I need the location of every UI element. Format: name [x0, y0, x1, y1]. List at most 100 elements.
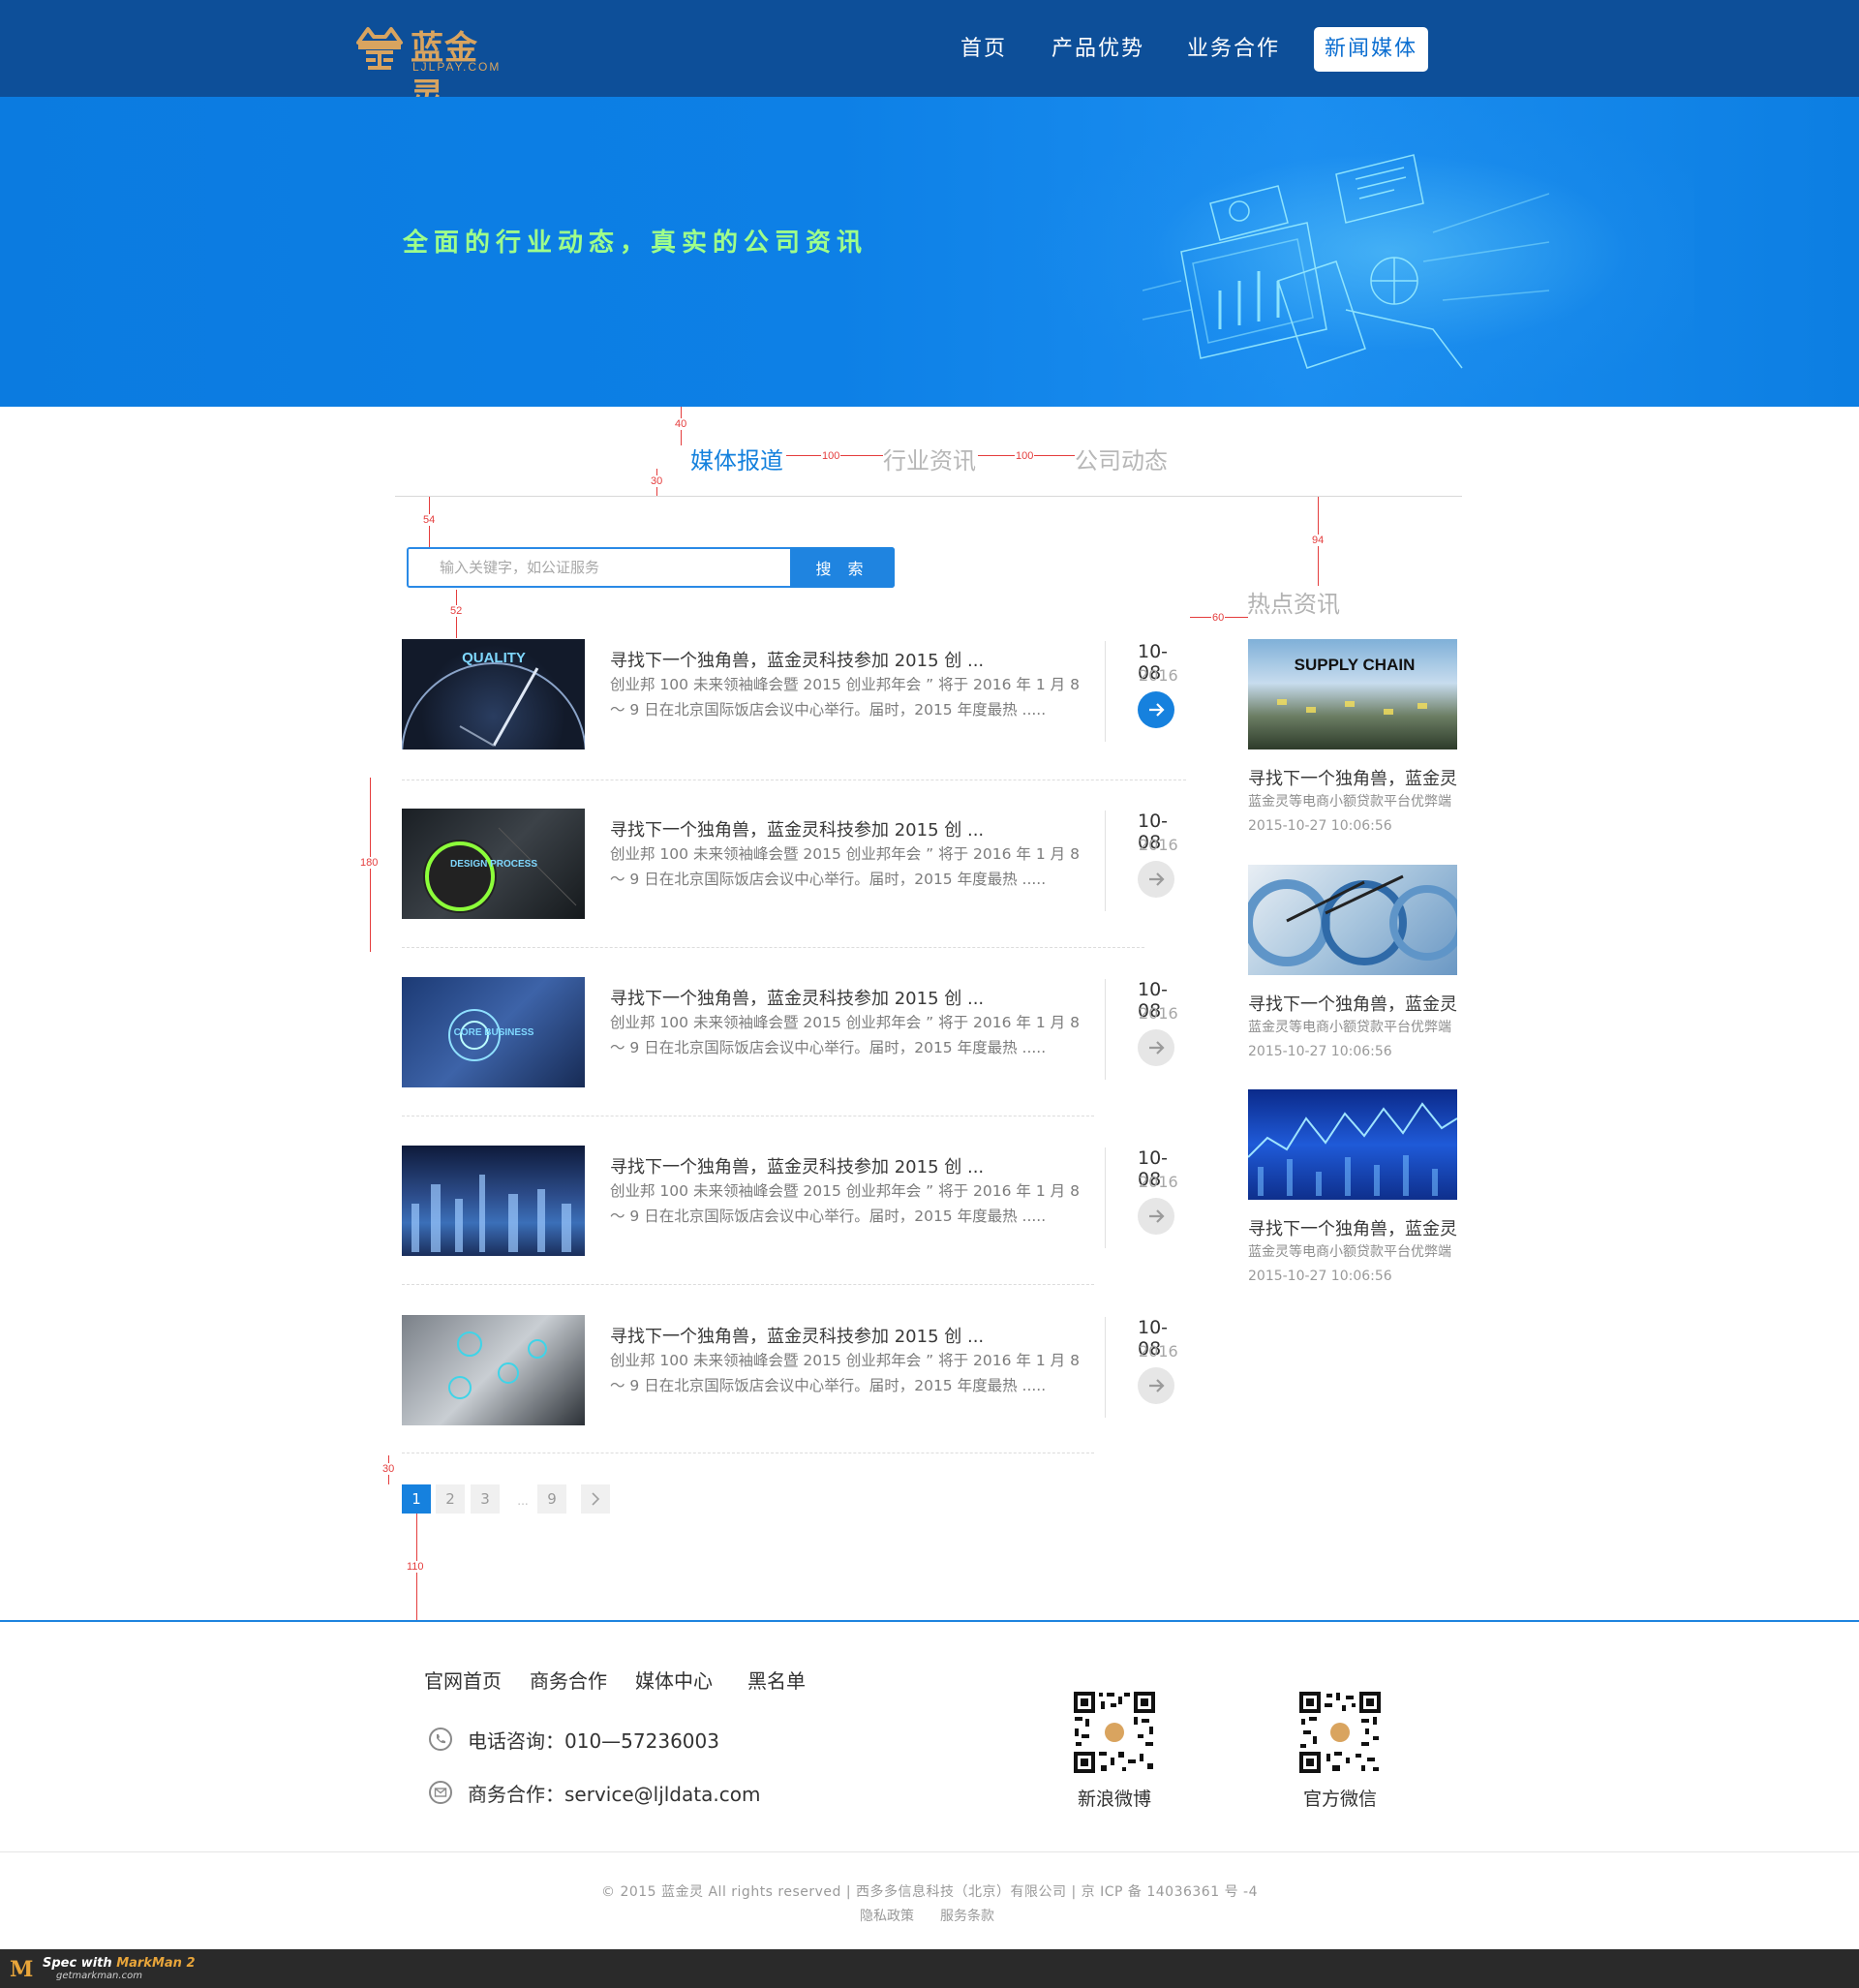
- markman-spec: Spec with: [43, 1956, 112, 1971]
- markman-watermark-bar: M Spec with MarkMan 2 getmarkman.com: [0, 1949, 1859, 1988]
- news-description: 创业邦 100 未来领袖峰会暨 2015 创业邦年会 ” 将于 2016 年 1…: [610, 1014, 1080, 1056]
- annotation-label: 180: [359, 857, 380, 869]
- news-more-button[interactable]: [1138, 1198, 1174, 1235]
- news-separator: [402, 1284, 1094, 1285]
- news-title[interactable]: 寻找下一个独角兽，蓝金灵科技参加 2015 创 ...: [610, 1153, 1017, 1178]
- news-item[interactable]: 寻找下一个独角兽，蓝金灵科技参加 2015 创 ... 创业邦 100 未来领袖峰…: [402, 1315, 1186, 1431]
- hot-news-title: 热点资讯: [1247, 591, 1340, 618]
- news-year: 2016: [1139, 836, 1178, 854]
- tabs-divider: [395, 496, 1462, 497]
- email-text: 商务合作：service@ljldata.com: [468, 1783, 761, 1806]
- annotation-label: 30: [381, 1463, 396, 1475]
- nav-media[interactable]: 新闻媒体: [1314, 27, 1428, 72]
- page-3-button[interactable]: 3: [471, 1484, 500, 1514]
- logo[interactable]: 蓝金灵 LJLPAY.COM: [354, 21, 509, 115]
- news-more-button[interactable]: [1138, 691, 1174, 728]
- news-more-button[interactable]: [1138, 1367, 1174, 1404]
- hot-news-time: 2015-10-27 10:06:56: [1248, 1269, 1392, 1284]
- top-nav-bar: 蓝金灵 LJLPAY.COM 首页 产品优势 业务合作 新闻媒体: [0, 0, 1859, 115]
- chevron-right-icon: [592, 1492, 600, 1506]
- footer-divider: [0, 1851, 1859, 1852]
- page-9-button[interactable]: 9: [537, 1484, 566, 1514]
- hot-news-thumbnail[interactable]: [1248, 1089, 1457, 1200]
- news-year: 2016: [1139, 1004, 1178, 1023]
- markman-product: MarkMan 2: [116, 1956, 196, 1971]
- hot-news-title[interactable]: 寻找下一个独角兽，蓝金灵: [1248, 765, 1457, 790]
- news-description: 创业邦 100 未来领袖峰会暨 2015 创业邦年会 ” 将于 2016 年 1…: [610, 1352, 1080, 1394]
- nav-home[interactable]: 首页: [957, 27, 1011, 72]
- hot-news-title[interactable]: 寻找下一个独角兽，蓝金灵: [1248, 991, 1457, 1016]
- news-title[interactable]: 寻找下一个独角兽，蓝金灵科技参加 2015 创 ...: [610, 647, 1017, 672]
- news-more-button[interactable]: [1138, 861, 1174, 898]
- hot-thumbnail-art-icon: SUPPLY CHAIN: [1277, 656, 1427, 715]
- news-year: 2016: [1139, 666, 1178, 685]
- phone-text: 电话咨询：010—57236003: [468, 1729, 719, 1753]
- arrow-right-icon: [1149, 1379, 1165, 1392]
- news-thumbnail[interactable]: DESIGN PROCESS: [402, 809, 585, 919]
- annotation-label: 60: [1211, 612, 1226, 624]
- page-2-button[interactable]: 2: [436, 1484, 465, 1514]
- thumbnail-caption: QUALITY: [462, 650, 526, 666]
- hot-news-thumbnail[interactable]: [1248, 865, 1457, 975]
- search-button[interactable]: 搜 索: [790, 547, 895, 588]
- news-thumbnail[interactable]: [402, 1315, 585, 1425]
- news-thumbnail-art-icon: [411, 1175, 571, 1252]
- news-thumbnail[interactable]: QUALITY: [402, 639, 585, 749]
- logo-mark-icon: [356, 27, 403, 70]
- news-description: 创业邦 100 未来领袖峰会暨 2015 创业邦年会 ” 将于 2016 年 1…: [610, 1182, 1080, 1225]
- news-item[interactable]: CORE BUSINESS 寻找下一个独角兽，蓝金灵科技参加 2015 创 ...…: [402, 977, 1186, 1093]
- tab-company-news[interactable]: 公司动态: [1075, 442, 1168, 475]
- news-date-divider: [1105, 641, 1106, 742]
- tab-media-reports[interactable]: 媒体报道: [690, 442, 783, 475]
- news-more-button[interactable]: [1138, 1029, 1174, 1066]
- news-title[interactable]: 寻找下一个独角兽，蓝金灵科技参加 2015 创 ...: [610, 816, 1017, 841]
- news-year: 2016: [1139, 1342, 1178, 1361]
- hot-thumbnail-art-icon: [1248, 874, 1457, 966]
- thumbnail-caption: DESIGN PROCESS: [450, 859, 537, 870]
- news-date-divider: [1105, 1147, 1106, 1248]
- next-page-button[interactable]: [581, 1484, 610, 1514]
- news-title[interactable]: 寻找下一个独角兽，蓝金灵科技参加 2015 创 ...: [610, 985, 1017, 1010]
- page-1-button[interactable]: 1: [402, 1484, 431, 1514]
- terms-link[interactable]: 服务条款: [940, 1906, 994, 1925]
- weibo-qr-code-icon: [1072, 1690, 1157, 1775]
- tab-industry-news[interactable]: 行业资讯: [883, 442, 976, 475]
- page-ellipsis: ...: [517, 1494, 529, 1508]
- footer-link-blacklist[interactable]: 黑名单: [747, 1666, 806, 1694]
- news-item[interactable]: 寻找下一个独角兽，蓝金灵科技参加 2015 创 ... 创业邦 100 未来领袖峰…: [402, 1146, 1186, 1262]
- weibo-label: 新浪微博: [1077, 1789, 1151, 1810]
- annotation-label: 30: [650, 475, 664, 487]
- hot-news-title[interactable]: 寻找下一个独角兽，蓝金灵: [1248, 1215, 1457, 1240]
- thumbnail-caption: CORE BUSINESS: [454, 1027, 534, 1038]
- privacy-link[interactable]: 隐私政策: [860, 1906, 914, 1925]
- arrow-right-icon: [1149, 703, 1165, 717]
- hot-news-thumbnail[interactable]: SUPPLY CHAIN: [1248, 639, 1457, 749]
- news-thumbnail-art-icon: DESIGN PROCESS: [423, 827, 577, 913]
- hero-banner: 全面的行业动态，真实的公司资讯: [0, 97, 1859, 407]
- footer-link-media[interactable]: 媒体中心: [635, 1666, 713, 1694]
- news-separator: [402, 947, 1144, 948]
- news-thumbnail[interactable]: [402, 1146, 585, 1256]
- footer-link-business[interactable]: 商务合作: [530, 1666, 607, 1694]
- phone-icon: [429, 1728, 452, 1751]
- news-item[interactable]: QUALITY 寻找下一个独角兽，蓝金灵科技参加 2015 创 ... 创业邦 10…: [402, 639, 1186, 755]
- hot-news-item[interactable]: 寻找下一个独角兽，蓝金灵 蓝金灵等电商小额贷款平台优弊端 2015-10-27 10…: [1248, 865, 1471, 1078]
- news-item[interactable]: DESIGN PROCESS 寻找下一个独角兽，蓝金灵科技参加 2015 创 ..…: [402, 809, 1186, 925]
- news-title[interactable]: 寻找下一个独角兽，蓝金灵科技参加 2015 创 ...: [610, 1323, 1017, 1348]
- hot-news-time: 2015-10-27 10:06:56: [1248, 818, 1392, 834]
- annotation-label: 110: [406, 1561, 425, 1573]
- logo-domain: LJLPAY.COM: [412, 60, 502, 74]
- search-input[interactable]: [409, 549, 791, 586]
- hot-news-item[interactable]: 寻找下一个独角兽，蓝金灵 蓝金灵等电商小额贷款平台优弊端 2015-10-27 10…: [1248, 1089, 1471, 1302]
- wechat-label: 官方微信: [1302, 1789, 1377, 1810]
- nav-business[interactable]: 业务合作: [1187, 27, 1280, 72]
- hot-thumbnail-art-icon: [1248, 1102, 1457, 1196]
- hot-news-item[interactable]: SUPPLY CHAIN 寻找下一个独角兽，蓝金灵 蓝金灵等电商小额贷款平台优弊端 2…: [1248, 639, 1471, 852]
- nav-products[interactable]: 产品优势: [1051, 27, 1144, 72]
- news-thumbnail[interactable]: CORE BUSINESS: [402, 977, 585, 1087]
- news-thumbnail-art-icon: CORE BUSINESS: [448, 1009, 534, 1061]
- annotation-label: 100: [1015, 450, 1035, 462]
- footer-link-home[interactable]: 官网首页: [424, 1666, 502, 1694]
- markman-logo-icon: M: [10, 1957, 34, 1982]
- annotation-label: 100: [821, 450, 841, 462]
